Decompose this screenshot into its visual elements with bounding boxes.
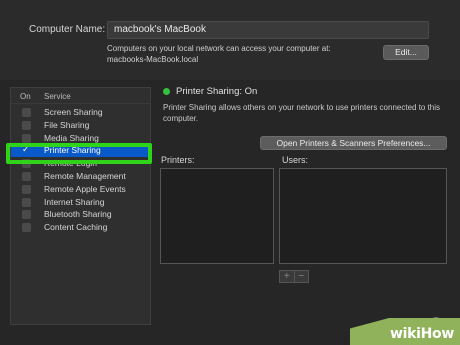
service-label: Content Caching (44, 222, 108, 233)
service-row-internet-sharing[interactable]: Internet Sharing (11, 196, 150, 209)
remove-user-button[interactable]: − (294, 271, 308, 282)
service-label: Bluetooth Sharing (44, 209, 112, 220)
on-column-header: On (20, 92, 31, 101)
service-row-media-sharing[interactable]: Media Sharing (11, 132, 150, 145)
service-row-file-sharing[interactable]: File Sharing (11, 119, 150, 132)
open-printers-scanners-button[interactable]: Open Printers & Scanners Preferences... (260, 136, 447, 150)
printers-label: Printers: (161, 155, 195, 165)
status-indicator-icon (163, 88, 170, 95)
service-row-content-caching[interactable]: Content Caching (11, 221, 150, 234)
service-row-remote-login[interactable]: Remote Login (11, 157, 150, 170)
service-list-panel: On Service Screen Sharing File Sharing M… (10, 87, 151, 325)
computer-name-label: Computer Name: (29, 24, 106, 35)
users-list[interactable] (279, 168, 447, 264)
service-label: Media Sharing (44, 132, 99, 143)
local-address: macbooks-MacBook.local (107, 55, 199, 64)
service-label: Internet Sharing (44, 196, 105, 207)
service-checkbox[interactable] (22, 159, 31, 169)
users-label: Users: (282, 155, 309, 165)
printers-list[interactable] (160, 168, 274, 264)
service-label: Remote Apple Events (44, 183, 126, 194)
service-checkbox[interactable] (22, 171, 31, 181)
service-row-printer-sharing[interactable]: Printer Sharing (11, 144, 150, 158)
service-checkbox[interactable] (22, 133, 31, 143)
service-label: Screen Sharing (44, 107, 103, 117)
wikihow-watermark: wikiHow (350, 318, 460, 345)
service-row-remote-apple-events[interactable]: Remote Apple Events (11, 183, 150, 196)
service-label: File Sharing (44, 119, 90, 130)
service-label: Remote Management (44, 170, 126, 181)
computer-name-field[interactable]: macbook's MacBook (107, 21, 429, 39)
service-checkbox[interactable] (22, 223, 31, 233)
service-checkbox[interactable] (22, 108, 31, 117)
watermark-text: wikiHow (389, 326, 454, 342)
service-checkbox[interactable] (22, 120, 31, 130)
service-label: Remote Login (44, 158, 97, 169)
service-row-screen-sharing[interactable]: Screen Sharing (11, 106, 150, 119)
user-add-remove-control: + − (279, 270, 309, 283)
edit-button[interactable]: Edit... (383, 45, 429, 60)
service-row-bluetooth-sharing[interactable]: Bluetooth Sharing (11, 208, 150, 221)
sharing-status: Printer Sharing: On (176, 86, 258, 97)
service-row-remote-management[interactable]: Remote Management (11, 170, 150, 183)
add-user-button[interactable]: + (280, 271, 295, 282)
sharing-description: Printer Sharing allows others on your ne… (163, 103, 441, 123)
checkmark-icon[interactable] (22, 144, 31, 155)
network-address-note: Computers on your local network can acce… (107, 43, 377, 65)
service-list: Screen Sharing File Sharing Media Sharin… (11, 106, 150, 234)
service-checkbox[interactable] (22, 197, 31, 207)
service-checkbox[interactable] (22, 210, 31, 220)
service-list-header: On Service (11, 88, 150, 104)
service-label: Printer Sharing (44, 145, 101, 156)
computer-name-section (0, 0, 460, 80)
service-checkbox[interactable] (22, 184, 31, 194)
service-column-header: Service (44, 92, 71, 101)
network-access-text: Computers on your local network can acce… (107, 44, 331, 53)
